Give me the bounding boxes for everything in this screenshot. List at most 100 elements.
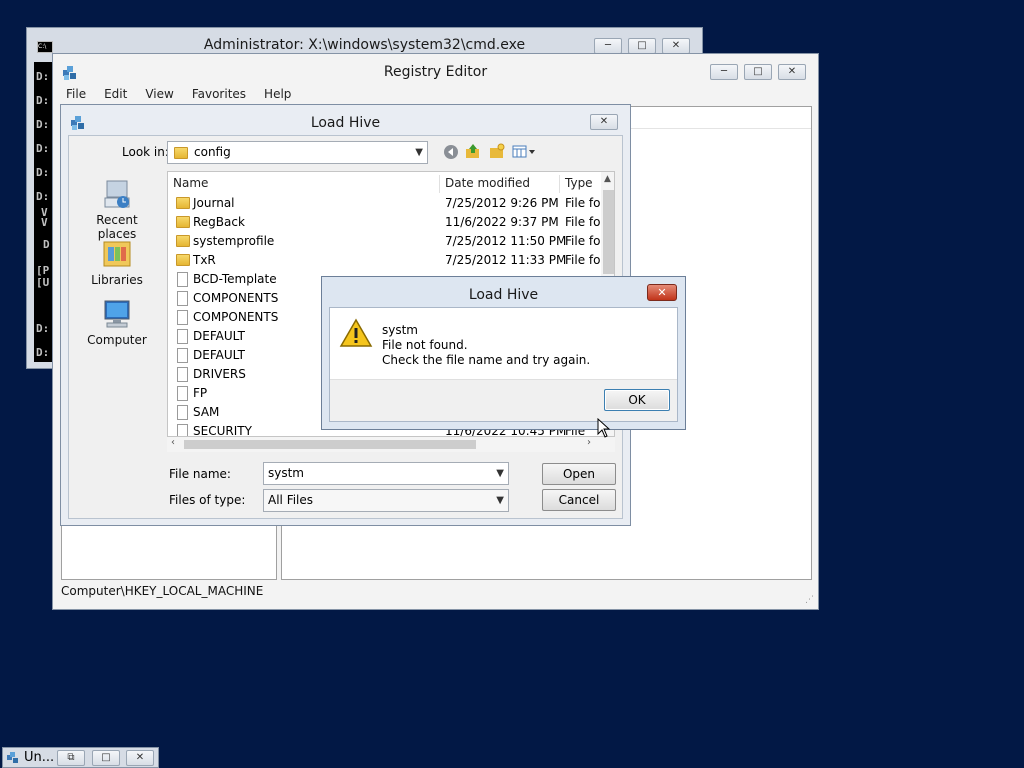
place-computer-label: Computer bbox=[87, 333, 147, 347]
place-computer[interactable]: Computer bbox=[77, 298, 157, 347]
menu-bar: File Edit View Favorites Help bbox=[57, 84, 300, 104]
console-line: D: bbox=[36, 70, 50, 83]
column-divider bbox=[559, 175, 560, 193]
scroll-thumb[interactable] bbox=[603, 190, 614, 274]
file-name: systemprofile bbox=[193, 234, 275, 248]
filename-input[interactable]: systm ▼ bbox=[263, 462, 509, 485]
menu-favorites[interactable]: Favorites bbox=[183, 84, 255, 104]
h-scroll-thumb[interactable] bbox=[184, 440, 476, 449]
file-name: SECURITY bbox=[193, 424, 252, 437]
error-dialog[interactable]: Load Hive ✕ systm File not found. Check … bbox=[321, 276, 686, 430]
place-recent[interactable]: Recent places bbox=[77, 178, 157, 241]
file-name: DRIVERS bbox=[193, 367, 246, 381]
chevron-down-icon: ▼ bbox=[415, 147, 423, 158]
column-divider bbox=[439, 175, 440, 193]
file-name: Journal bbox=[193, 196, 235, 210]
menu-edit[interactable]: Edit bbox=[95, 84, 136, 104]
menu-file[interactable]: File bbox=[57, 84, 95, 104]
file-icon bbox=[177, 386, 188, 401]
console-line: D: bbox=[36, 190, 50, 203]
load-hive-close-button[interactable]: ✕ bbox=[590, 114, 618, 130]
cancel-button[interactable]: Cancel bbox=[542, 489, 616, 511]
resize-grip[interactable]: ⋰ bbox=[805, 595, 814, 605]
restore-button[interactable]: ⧉ bbox=[57, 750, 85, 766]
folder-icon bbox=[176, 254, 190, 266]
folder-icon bbox=[176, 197, 190, 209]
look-in-combo[interactable]: config ▼ bbox=[167, 141, 428, 164]
console-line: D: bbox=[36, 346, 50, 359]
maximize-button[interactable]: □ bbox=[92, 750, 120, 766]
file-icon bbox=[177, 272, 188, 287]
file-date: 11/6/2022 9:37 PM bbox=[445, 215, 559, 229]
registry-maximize-button[interactable]: □ bbox=[744, 64, 772, 80]
cmd-maximize-button[interactable]: □ bbox=[628, 38, 656, 54]
registry-close-button[interactable]: ✕ bbox=[778, 64, 806, 80]
console-line: D: bbox=[36, 142, 50, 155]
new-folder-icon[interactable] bbox=[489, 143, 505, 159]
folder-icon bbox=[176, 235, 190, 247]
filename-value: systm bbox=[268, 466, 304, 480]
file-icon bbox=[177, 291, 188, 306]
recent-places-icon bbox=[101, 178, 133, 210]
open-button[interactable]: Open bbox=[542, 463, 616, 485]
menu-view[interactable]: View bbox=[136, 84, 182, 104]
ok-button[interactable]: OK bbox=[604, 389, 670, 411]
cmd-close-button[interactable]: ✕ bbox=[662, 38, 690, 54]
back-icon[interactable] bbox=[443, 144, 459, 160]
file-row[interactable]: Journal 7/25/2012 9:26 PM File fol bbox=[168, 194, 614, 213]
file-name: FP bbox=[193, 386, 208, 400]
folder-icon bbox=[176, 216, 190, 228]
chevron-down-icon[interactable]: ▼ bbox=[496, 463, 504, 484]
error-hint: Check the file name and try again. bbox=[382, 353, 591, 367]
file-row[interactable]: systemprofile 7/25/2012 11:50 PM File fol bbox=[168, 232, 614, 251]
file-name: DEFAULT bbox=[193, 348, 245, 362]
registry-minimize-button[interactable]: ─ bbox=[710, 64, 738, 80]
console-line: D bbox=[43, 238, 50, 251]
file-type: File fol bbox=[565, 253, 604, 267]
file-name: TxR bbox=[193, 253, 216, 267]
look-in-label: Look in: bbox=[122, 145, 169, 159]
file-type: File fol bbox=[565, 215, 604, 229]
minimized-window[interactable]: Un... ⧉ □ ✕ bbox=[2, 747, 159, 768]
place-recent-label: Recent places bbox=[96, 213, 138, 241]
file-date: 7/25/2012 11:50 PM bbox=[445, 234, 567, 248]
file-name: COMPONENTS bbox=[193, 310, 279, 324]
console-line: [U bbox=[36, 276, 50, 289]
folder-icon bbox=[174, 147, 188, 159]
scroll-left-icon[interactable]: ‹ bbox=[171, 437, 175, 448]
file-icon bbox=[177, 329, 188, 344]
minimized-title: Un... bbox=[24, 750, 55, 765]
filetype-select[interactable]: All Files ▼ bbox=[263, 489, 509, 512]
console-line: D: bbox=[36, 166, 50, 179]
scroll-right-icon[interactable]: › bbox=[587, 437, 591, 448]
column-name[interactable]: Name bbox=[173, 172, 208, 194]
file-date: 7/25/2012 11:33 PM bbox=[445, 253, 567, 267]
place-libraries[interactable]: Libraries bbox=[77, 238, 157, 287]
scroll-up-icon[interactable]: ▲ bbox=[604, 174, 611, 184]
warning-icon bbox=[339, 318, 373, 347]
file-name: RegBack bbox=[193, 215, 245, 229]
view-menu-icon[interactable] bbox=[512, 144, 538, 160]
file-row[interactable]: RegBack 11/6/2022 9:37 PM File fol bbox=[168, 213, 614, 232]
error-filename: systm bbox=[382, 323, 418, 337]
menu-help[interactable]: Help bbox=[255, 84, 300, 104]
file-row[interactable]: TxR 7/25/2012 11:33 PM File fol bbox=[168, 251, 614, 270]
filetype-value: All Files bbox=[268, 493, 314, 507]
cmd-minimize-button[interactable]: ─ bbox=[594, 38, 622, 54]
file-name: COMPONENTS bbox=[193, 291, 279, 305]
close-button[interactable]: ✕ bbox=[126, 750, 154, 766]
filetype-label: Files of type: bbox=[169, 493, 246, 507]
column-type[interactable]: Type bbox=[565, 172, 593, 194]
error-close-button[interactable]: ✕ bbox=[647, 284, 677, 301]
registry-title: Registry Editor bbox=[383, 64, 488, 80]
up-folder-icon[interactable] bbox=[465, 143, 481, 159]
libraries-icon bbox=[101, 238, 133, 270]
column-date[interactable]: Date modified bbox=[445, 172, 530, 194]
load-hive-title: Load Hive bbox=[310, 115, 381, 131]
console-line: V bbox=[41, 216, 48, 229]
console-line: D: bbox=[36, 322, 50, 335]
file-name: DEFAULT bbox=[193, 329, 245, 343]
error-message: File not found. bbox=[382, 338, 468, 352]
file-name: SAM bbox=[193, 405, 220, 419]
horizontal-scrollbar[interactable]: ‹ › bbox=[167, 437, 615, 452]
